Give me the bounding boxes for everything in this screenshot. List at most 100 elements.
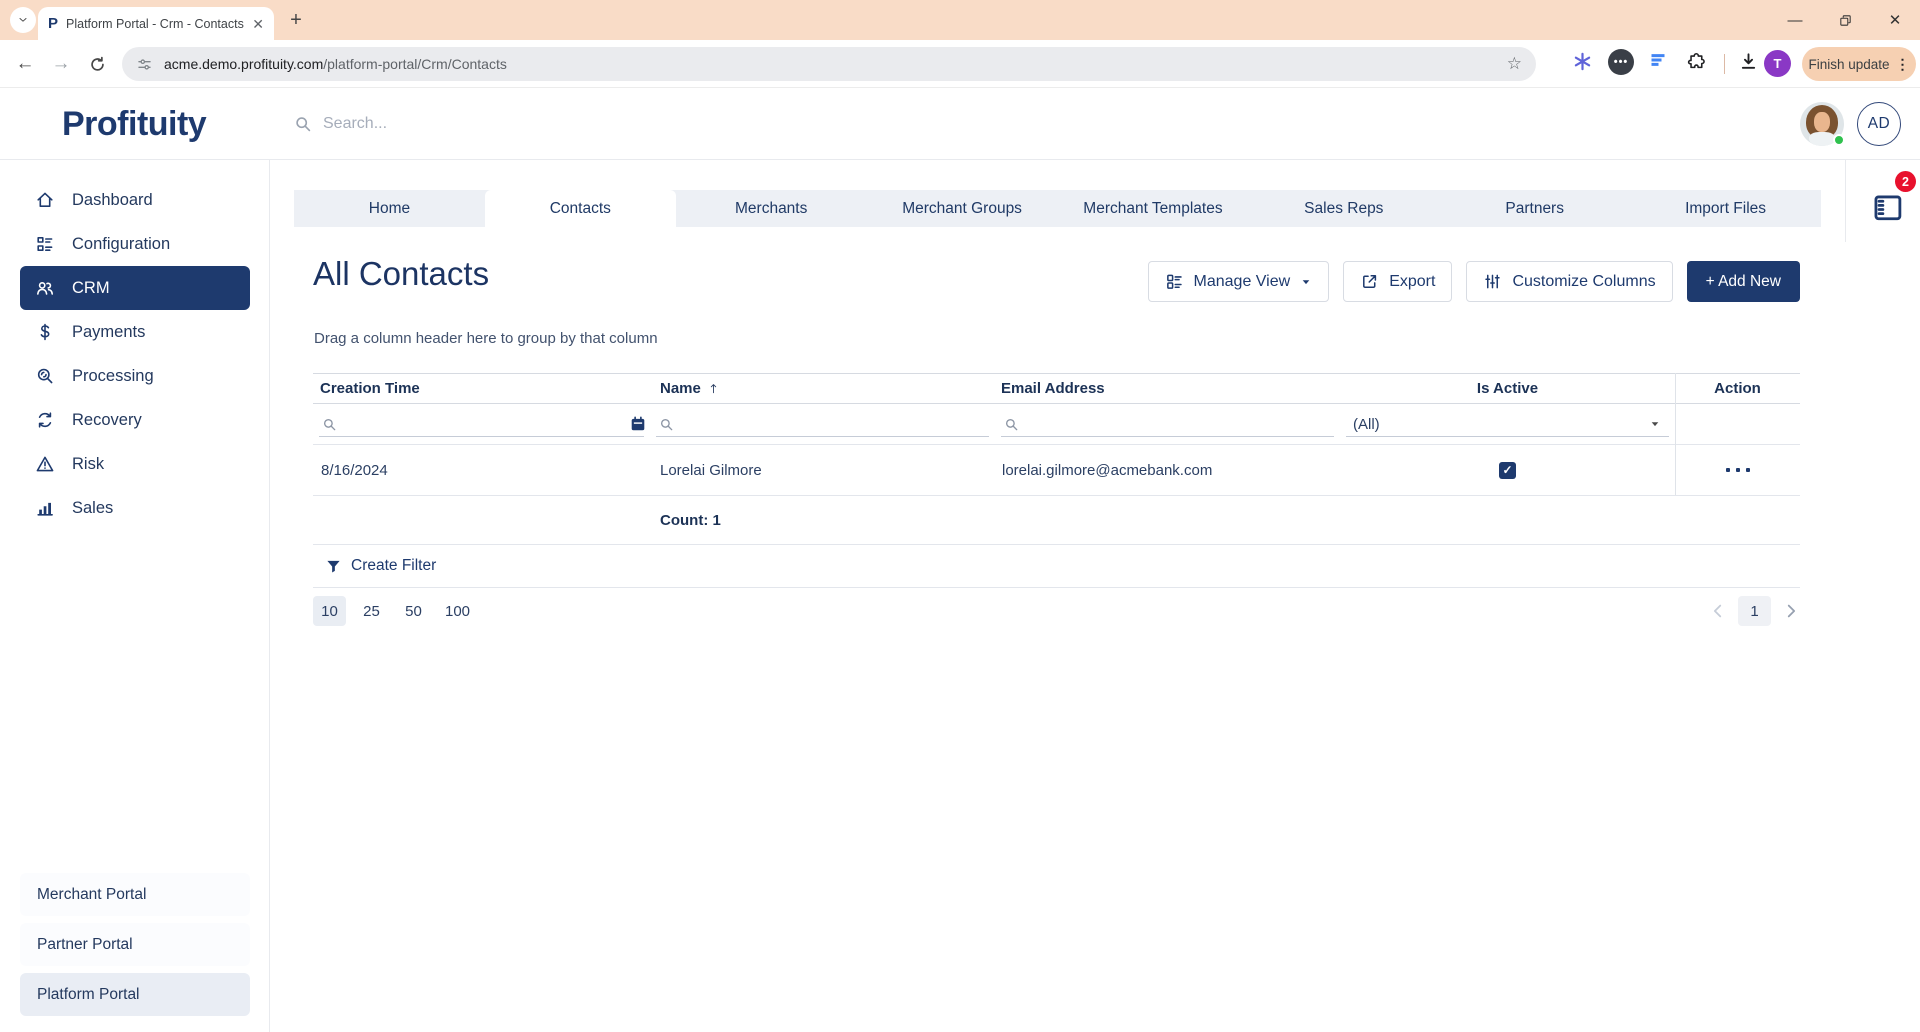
extension-asterisk-icon[interactable] [1572, 51, 1593, 72]
calendar-icon[interactable] [629, 415, 647, 433]
column-header-creation-time[interactable]: Creation Time [313, 374, 650, 403]
merchant-portal-button[interactable]: Merchant Portal [20, 873, 250, 916]
search-icon [1005, 418, 1018, 430]
sidebar-item-label: Sales [72, 498, 114, 517]
sort-ascending-icon [710, 384, 717, 394]
previous-page-icon[interactable] [1709, 602, 1727, 620]
tab-merchants[interactable]: Merchants [676, 190, 867, 227]
chevron-down-icon [19, 18, 27, 22]
creation-time-filter-input[interactable] [344, 416, 623, 432]
side-panel-toggle-icon[interactable] [1870, 191, 1905, 224]
column-header-name[interactable]: Name [650, 374, 995, 403]
bar-chart-icon [37, 502, 53, 516]
page-size-100[interactable]: 100 [439, 596, 476, 626]
page-navigator: 1 [1709, 596, 1800, 626]
add-new-button[interactable]: + Add New [1686, 261, 1800, 302]
extension-bars-icon[interactable] [1648, 51, 1668, 71]
email-value: lorelai.gilmore@acmebank.com [1002, 461, 1213, 479]
right-rail: 2 [1845, 160, 1920, 242]
column-label: Email Address [1001, 380, 1105, 397]
name-value: Lorelai Gilmore [660, 461, 762, 479]
refresh-button[interactable] [80, 47, 114, 81]
tab-contacts[interactable]: Contacts [484, 190, 676, 227]
tab-merchant-groups[interactable]: Merchant Groups [867, 190, 1058, 227]
download-icon[interactable] [1738, 51, 1759, 72]
sidebar-item-dashboard[interactable]: Dashboard [20, 178, 250, 222]
tab-sales-reps[interactable]: Sales Reps [1248, 190, 1439, 227]
refresh-icon [90, 56, 104, 71]
email-filter-input[interactable] [1026, 416, 1334, 432]
sidebar-item-label: Configuration [72, 234, 171, 253]
portal-label: Platform Portal [37, 985, 140, 1003]
bookmark-star-icon[interactable]: ☆ [1507, 54, 1522, 74]
filter-underline [319, 436, 644, 437]
filter-underline [656, 436, 989, 437]
portal-label: Merchant Portal [37, 885, 147, 903]
page-size-10[interactable]: 10 [313, 596, 346, 626]
action-column-separator [1675, 373, 1676, 495]
sidebar-item-recovery[interactable]: Recovery [20, 398, 250, 442]
tab-close-icon[interactable]: ✕ [252, 17, 264, 31]
email-filter[interactable] [995, 404, 1340, 444]
row-actions-menu-icon[interactable] [1725, 468, 1750, 472]
warning-icon [36, 456, 54, 472]
search-icon [296, 117, 311, 132]
create-filter-button[interactable]: Create Filter [313, 545, 1800, 588]
extension-password-manager-icon[interactable]: ••• [1608, 49, 1634, 75]
column-header-action[interactable]: Action [1675, 374, 1800, 403]
tab-partners[interactable]: Partners [1439, 190, 1630, 227]
column-header-is-active[interactable]: Is Active [1340, 374, 1675, 403]
window-restore-button[interactable] [1820, 0, 1870, 40]
page-size-25[interactable]: 25 [355, 596, 388, 626]
sidebar-item-sales[interactable]: Sales [20, 486, 250, 530]
browser-profile-avatar[interactable]: T [1764, 50, 1791, 77]
extensions-puzzle-icon[interactable] [1686, 51, 1707, 72]
page-size-50[interactable]: 50 [397, 596, 430, 626]
sidebar-item-label: Recovery [72, 410, 142, 429]
creation-time-filter[interactable] [313, 404, 650, 444]
window-close-button[interactable]: ✕ [1870, 0, 1920, 40]
new-tab-button[interactable]: + [284, 8, 308, 32]
browser-menu-kebab-icon[interactable]: ⋮ [1896, 56, 1910, 73]
tab-search-chevron-button[interactable] [10, 7, 36, 33]
sidebar-item-label: CRM [72, 278, 110, 297]
user-avatar[interactable] [1800, 102, 1845, 146]
is-active-filter-select[interactable]: (All) [1340, 404, 1675, 444]
platform-portal-button[interactable]: Platform Portal [20, 973, 250, 1016]
window-minimize-button[interactable]: — [1770, 0, 1820, 40]
manage-view-button[interactable]: Manage View [1147, 261, 1330, 302]
sidebar-item-crm[interactable]: CRM [20, 266, 250, 310]
sidebar-item-configuration[interactable]: Configuration [20, 222, 250, 266]
home-icon [37, 192, 53, 207]
tab-merchant-templates[interactable]: Merchant Templates [1058, 190, 1249, 227]
tab-home[interactable]: Home [294, 190, 485, 227]
user-initials-badge[interactable]: AD [1857, 102, 1901, 146]
forward-button[interactable]: → [44, 47, 78, 81]
sidebar-item-risk[interactable]: Risk [20, 442, 250, 486]
table-row[interactable]: 8/16/2024 Lorelai Gilmore lorelai.gilmor… [313, 445, 1800, 496]
back-button[interactable]: ← [8, 47, 42, 81]
url-text[interactable]: acme.demo.profituity.com/platform-portal… [164, 56, 1496, 72]
name-filter[interactable] [650, 404, 995, 444]
profituity-logo[interactable]: Profituity [62, 88, 207, 160]
is-active-checkbox[interactable] [1499, 461, 1516, 479]
tab-import-files[interactable]: Import Files [1630, 190, 1821, 227]
sidebar-item-payments[interactable]: Payments [20, 310, 250, 354]
finish-update-button[interactable]: Finish update ⋮ [1802, 47, 1916, 81]
filter-underline [1001, 436, 1334, 437]
filter-funnel-icon [327, 560, 340, 573]
next-page-icon[interactable] [1782, 602, 1800, 620]
address-bar[interactable]: acme.demo.profituity.com/platform-portal… [122, 47, 1536, 81]
browser-tab[interactable]: P Platform Portal - Crm - Contacts ✕ [38, 7, 274, 40]
export-button[interactable]: Export [1343, 261, 1453, 302]
portal-label: Partner Portal [37, 935, 133, 953]
global-search-input[interactable] [323, 115, 623, 133]
current-page-button[interactable]: 1 [1738, 596, 1771, 626]
site-settings-icon[interactable] [136, 56, 153, 73]
column-header-email[interactable]: Email Address [995, 374, 1340, 403]
partner-portal-button[interactable]: Partner Portal [20, 923, 250, 966]
name-filter-input[interactable] [681, 416, 989, 432]
sidebar-item-processing[interactable]: Processing [20, 354, 250, 398]
notification-badge[interactable]: 2 [1895, 171, 1916, 192]
customize-columns-button[interactable]: Customize Columns [1466, 261, 1673, 302]
